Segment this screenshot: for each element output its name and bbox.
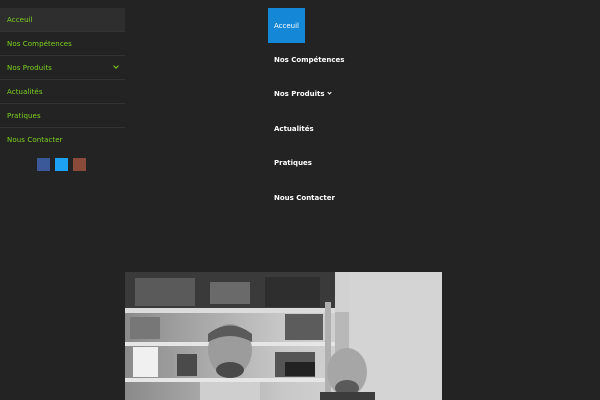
menu-item-label: Nous Contacter — [274, 194, 335, 202]
sidebar-item-nos-produits[interactable]: Nos Produits — [0, 56, 125, 80]
sidebar-nav: Acceuil Nos Compétences Nos Produits Act… — [0, 0, 125, 400]
menu-item-actualites[interactable]: Actualités — [274, 125, 314, 133]
sidebar-item-label: Nous Contacter — [7, 136, 63, 144]
menu-item-nos-produits[interactable]: Nos Produits — [274, 90, 332, 98]
twitter-icon[interactable] — [55, 158, 68, 171]
sidebar-item-nous-contacter[interactable]: Nous Contacter — [0, 128, 125, 152]
menu-item-nos-competences[interactable]: Nos Compétences — [274, 56, 344, 64]
page: Acceuil Nos Compétences Nos Produits Act… — [0, 0, 600, 400]
menu-item-pratiques[interactable]: Pratiques — [274, 159, 312, 167]
sidebar-item-label: Pratiques — [7, 111, 41, 120]
menu-item-nous-contacter[interactable]: Nous Contacter — [274, 194, 335, 202]
sidebar-item-pratiques[interactable]: Pratiques — [0, 104, 125, 128]
sidebar-item-acceuil[interactable]: Acceuil — [0, 8, 125, 32]
facebook-icon[interactable] — [37, 158, 50, 171]
menu-item-label: Pratiques — [274, 159, 312, 167]
menu-item-label: Acceuil — [274, 21, 299, 30]
photo-image — [125, 272, 442, 400]
chevron-down-icon[interactable] — [113, 63, 119, 69]
menu-item-acceuil[interactable]: Acceuil — [268, 8, 305, 43]
sidebar-item-label: Nos Compétences — [7, 39, 72, 48]
chevron-down-icon — [326, 90, 332, 95]
sidebar-item-actualites[interactable]: Actualités — [0, 80, 125, 104]
google-plus-icon[interactable] — [73, 158, 86, 171]
menu-item-label: Nos Compétences — [274, 56, 345, 64]
hero-photo — [125, 272, 442, 400]
sidebar-item-nos-competences[interactable]: Nos Compétences — [0, 32, 125, 56]
sidebar-item-label: Actualités — [7, 87, 43, 96]
sidebar-item-label: Nos Produits — [7, 63, 52, 72]
menu-item-label: Nos Produits — [274, 90, 325, 98]
menu-item-label: Actualités — [274, 125, 314, 133]
social-links — [37, 158, 86, 171]
sidebar-item-label: Acceuil — [7, 15, 33, 24]
